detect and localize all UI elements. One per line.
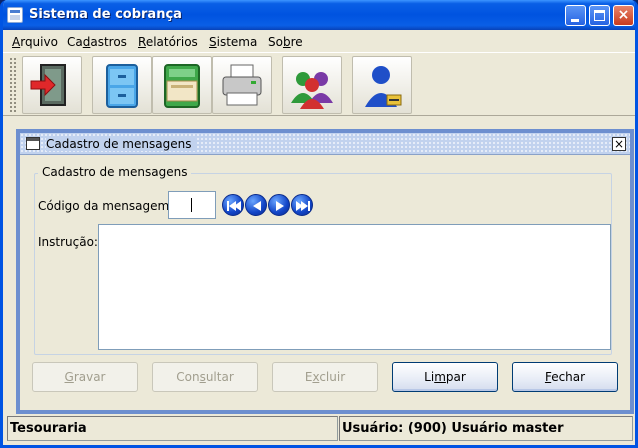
internal-title: Cadastro de mensagens <box>46 137 198 151</box>
close-icon: × <box>617 7 630 23</box>
last-record-icon <box>296 201 310 211</box>
internal-title-bar[interactable]: Cadastro de mensagens × <box>20 133 630 155</box>
window-title: Sistema de cobrança <box>29 7 182 22</box>
internal-frame: Cadastro de mensagens × Cadastro de mens… <box>16 129 634 414</box>
maximize-button[interactable] <box>589 5 610 26</box>
codigo-input[interactable] <box>168 191 216 219</box>
status-department: Tesouraria <box>7 416 338 441</box>
exit-button[interactable] <box>22 56 82 114</box>
toolbar-grip[interactable] <box>9 57 17 113</box>
file-cabinet-icon <box>106 64 138 108</box>
status-user: Usuário: (900) Usuário master <box>339 416 633 441</box>
instrucao-textarea[interactable] <box>98 224 611 350</box>
minimize-button[interactable] <box>565 5 586 26</box>
first-record-button[interactable] <box>222 194 244 216</box>
desktop-area: Cadastro de mensagens × Cadastro de mens… <box>3 117 635 414</box>
maximize-icon <box>594 10 605 21</box>
users-group-icon <box>291 72 333 109</box>
codigo-label: Código da mensagem: <box>38 199 174 213</box>
exit-door-icon <box>30 64 66 106</box>
previous-record-button[interactable] <box>245 194 267 216</box>
toolbar <box>3 52 635 116</box>
group-title: Cadastro de mensagens <box>38 165 192 179</box>
internal-close-icon[interactable]: × <box>612 137 626 151</box>
menu-relatorios[interactable]: Relatórios <box>138 35 198 49</box>
instrucao-label: Instrução: <box>38 235 98 249</box>
menu-bar: Arquivo Cadastros Relatórios Sistema Sob… <box>3 30 635 52</box>
menu-cadastros[interactable]: Cadastros <box>67 35 127 49</box>
menu-sobre[interactable]: Sobre <box>268 35 303 49</box>
user-admin-icon <box>365 66 402 107</box>
frame-icon <box>26 137 40 150</box>
next-record-button[interactable] <box>268 194 290 216</box>
open-folder-button[interactable] <box>152 56 212 114</box>
admin-button[interactable] <box>352 56 412 114</box>
printer-icon <box>222 64 262 106</box>
fechar-button[interactable]: Fechar <box>512 362 618 392</box>
consultar-button[interactable]: Consultar <box>152 362 258 392</box>
close-button[interactable]: × <box>613 5 634 26</box>
app-icon <box>7 7 23 23</box>
status-bar: Tesouraria Usuário: (900) Usuário master <box>3 414 635 442</box>
menu-arquivo[interactable]: Arquivo <box>12 35 58 49</box>
minimize-icon <box>571 19 579 22</box>
limpar-button[interactable]: Limpar <box>392 362 498 392</box>
menu-sistema[interactable]: Sistema <box>209 35 257 49</box>
gravar-button[interactable]: Gravar <box>32 362 138 392</box>
first-record-icon <box>227 201 241 211</box>
cadastro-button[interactable] <box>92 56 152 114</box>
previous-record-icon <box>253 201 261 211</box>
users-button[interactable] <box>282 56 342 114</box>
title-bar[interactable]: Sistema de cobrança × <box>3 0 635 30</box>
excluir-button[interactable]: Excluir <box>272 362 378 392</box>
print-button[interactable] <box>212 56 272 114</box>
app-window: Sistema de cobrança × Arquivo Cadastros … <box>0 0 638 448</box>
next-record-icon <box>276 201 284 211</box>
open-folder-icon <box>164 64 200 108</box>
last-record-button[interactable] <box>291 194 313 216</box>
